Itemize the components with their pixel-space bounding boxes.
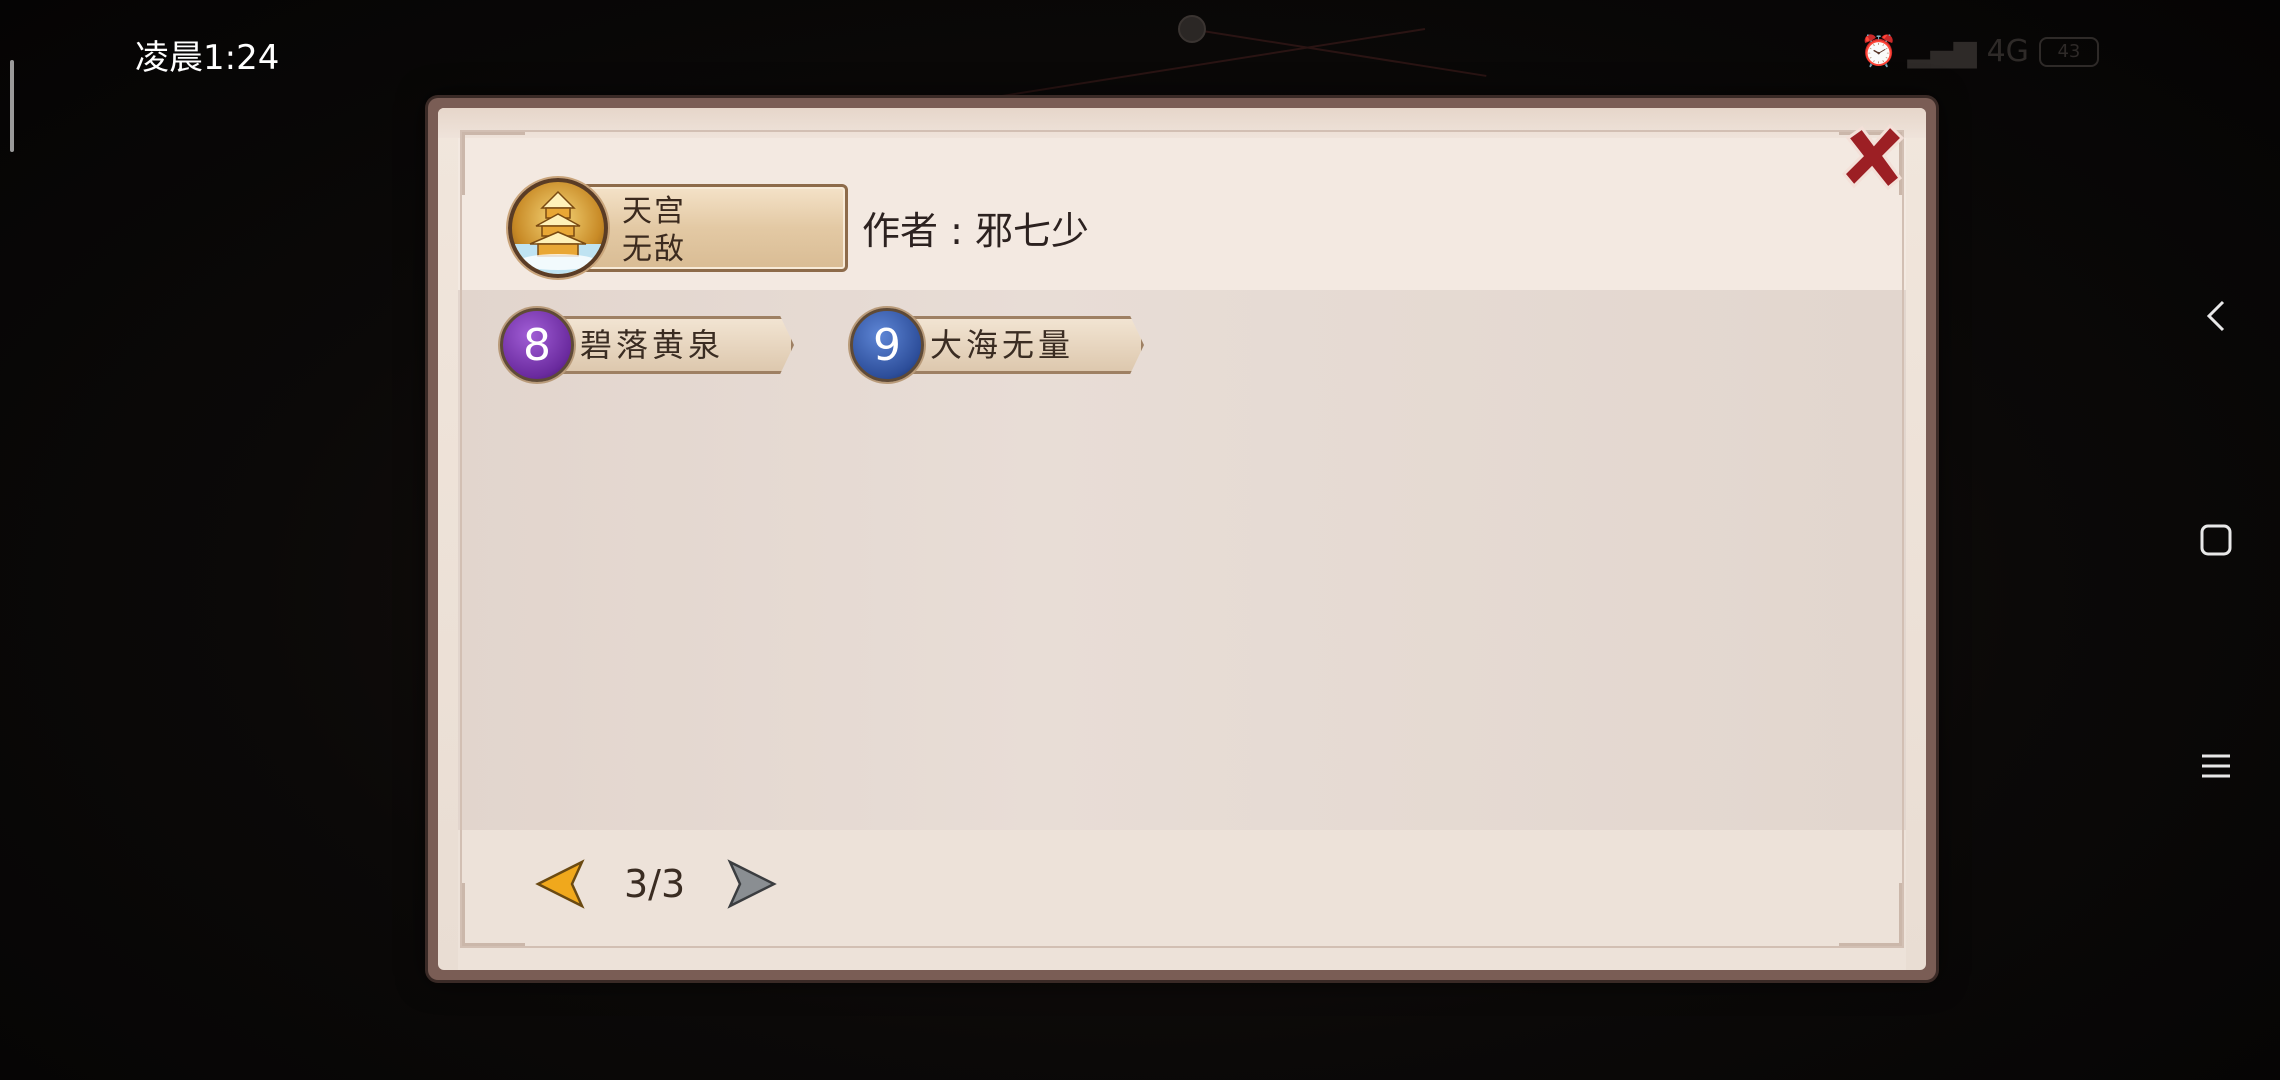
pagoda-drawing	[512, 190, 604, 274]
status-icons: ⏰ ▂▄▆ 4G 43	[1860, 34, 2099, 69]
network-label: 4G	[1986, 34, 2029, 69]
sect-badge: 天宫 无敌	[502, 178, 848, 278]
skill-chip[interactable]: 8 碧落黄泉	[494, 306, 800, 382]
close-button[interactable]	[1836, 120, 1910, 194]
nav-recents-button[interactable]	[2190, 740, 2242, 792]
skill-number: 9	[850, 308, 924, 382]
pagoda-icon	[508, 178, 608, 278]
battery-level: 43	[2057, 41, 2081, 62]
next-page-button[interactable]	[722, 856, 778, 912]
skill-chip[interactable]: 9 大海无量	[844, 306, 1150, 382]
page-indicator: 3/3	[624, 862, 686, 906]
author-label: 作者 : 邪七少	[862, 209, 1089, 253]
status-time: 凌晨1:24	[135, 38, 280, 78]
background-pin	[1178, 15, 1206, 43]
side-drag-handle[interactable]	[10, 60, 14, 152]
arrow-left-icon	[535, 859, 585, 909]
skill-name: 碧落黄泉	[580, 326, 725, 364]
menu-icon	[2202, 754, 2230, 778]
skill-number: 8	[500, 308, 574, 382]
nav-home-button[interactable]	[2190, 514, 2242, 566]
corner-ornament	[1839, 883, 1902, 946]
signal-icon: ▂▄▆	[1907, 34, 1977, 69]
close-icon	[1841, 123, 1905, 191]
previous-page-button[interactable]	[534, 856, 590, 912]
square-icon	[2200, 524, 2232, 556]
alarm-icon: ⏰	[1860, 34, 1898, 69]
battery-icon: 43	[2038, 36, 2099, 67]
sect-title: 无敌	[622, 232, 686, 267]
dialog-top-strip	[438, 108, 1926, 138]
arrow-right-icon	[727, 859, 777, 909]
corner-ornament	[462, 883, 525, 946]
skill-name: 大海无量	[930, 326, 1075, 364]
chevron-left-icon	[2206, 300, 2225, 332]
nav-back-button[interactable]	[2190, 290, 2242, 342]
